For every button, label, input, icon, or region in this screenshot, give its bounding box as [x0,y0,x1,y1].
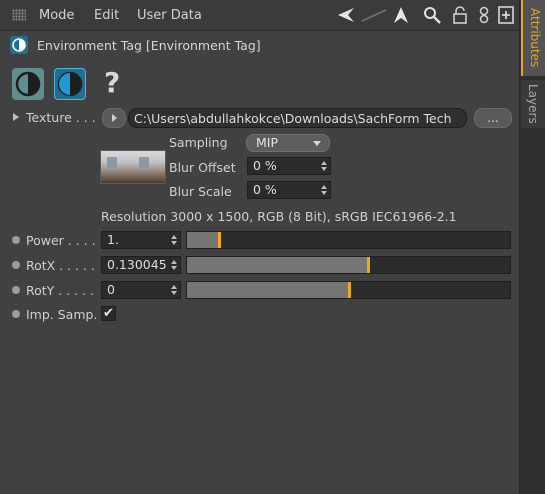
browse-button[interactable]: ... [474,108,512,128]
up-arrow-icon[interactable] [392,6,410,24]
imp-samp-anim-dot[interactable] [12,310,20,318]
texture-expand-icon[interactable] [13,113,19,121]
spinner-icon[interactable] [321,185,327,195]
environment-tag-icon [10,36,28,54]
slider-knob[interactable] [348,282,351,298]
spinner-icon[interactable] [321,161,327,171]
rotx-value: 0.130045 [107,257,167,272]
blur-offset-field[interactable]: 0 % [247,157,331,175]
rotx-field[interactable]: 0.130045 [101,256,181,274]
spinner-icon[interactable] [171,235,177,245]
chevron-down-icon [313,141,321,146]
blur-scale-field[interactable]: 0 % [247,181,331,199]
menu-user-data[interactable]: User Data [137,8,202,23]
menubar: Mode Edit User Data [0,0,519,31]
preview-detail [139,157,149,169]
blur-offset-label: Blur Offset [169,160,236,175]
rotx-anim-dot[interactable] [12,261,20,269]
help-icon[interactable]: ? [104,66,120,99]
power-slider[interactable] [186,231,511,249]
back-arrow-icon[interactable] [336,6,354,24]
tag-tab-icon[interactable] [54,68,86,100]
link-icon[interactable] [477,6,495,24]
imp-samp-label: Imp. Samp. [26,307,98,322]
rotx-slider[interactable] [186,256,511,274]
sampling-label: Sampling [169,135,228,150]
preview-detail [107,157,117,169]
attribute-manager-panel: Mode Edit User Data Environment Tag [Env… [0,0,519,494]
spinner-icon[interactable] [171,260,177,270]
menu-edit[interactable]: Edit [94,8,119,23]
slider-fill [187,257,368,273]
tab-attributes[interactable]: Attributes [521,0,545,76]
rotx-label: RotX . . . . . [26,258,95,273]
texture-path-field[interactable]: C:\Users\abdullahkokce\Downloads\SachFor… [128,108,467,128]
basic-tab-icon[interactable] [12,68,44,100]
side-tab-bar: Attributes Layers [519,0,545,494]
power-anim-dot[interactable] [12,236,20,244]
roty-slider[interactable] [186,281,511,299]
blur-scale-label: Blur Scale [169,184,232,199]
power-label: Power . . . . [26,233,96,248]
sampling-value: MIP [256,135,279,150]
new-panel-icon[interactable] [498,6,516,24]
texture-label: Texture . . . [26,110,96,125]
slider-knob[interactable] [367,257,370,273]
slider-fill [187,282,349,298]
roty-field[interactable]: 0 [101,281,181,299]
page-title: Environment Tag [Environment Tag] [37,38,261,53]
slider-fill [187,232,219,248]
blur-scale-value: 0 % [253,182,277,197]
menu-mode[interactable]: Mode [39,8,74,23]
panel-grip[interactable] [12,9,26,21]
roty-anim-dot[interactable] [12,286,20,294]
texture-preview [100,150,166,184]
power-field[interactable]: 1. [101,231,181,249]
blur-offset-value: 0 % [253,158,277,173]
texture-options-button[interactable] [102,108,126,128]
roty-label: RotY . . . . . [26,283,95,298]
sampling-dropdown[interactable]: MIP [246,134,330,152]
play-icon [112,114,117,122]
forward-arrow-icon[interactable] [360,6,388,24]
slider-knob[interactable] [218,232,221,248]
spinner-icon[interactable] [171,285,177,295]
roty-value: 0 [107,282,115,297]
tab-layers[interactable]: Layers [521,80,545,128]
search-icon[interactable] [423,6,441,24]
lock-icon[interactable] [452,6,470,24]
imp-samp-checkbox[interactable]: ✔ [101,306,116,321]
power-value: 1. [107,232,119,247]
resolution-info: Resolution 3000 x 1500, RGB (8 Bit), sRG… [101,209,457,224]
